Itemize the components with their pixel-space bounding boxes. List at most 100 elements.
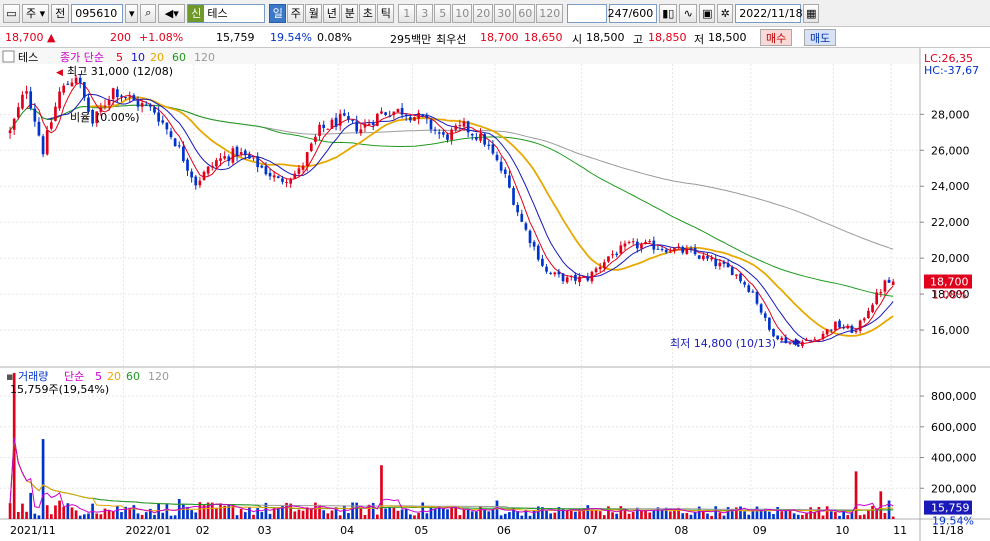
period-tab-2[interactable]: 월: [305, 3, 323, 23]
stock-name-field[interactable]: 신 테스: [187, 3, 266, 23]
volume-bar: [206, 502, 210, 519]
candle-body: [747, 285, 751, 292]
search-icon[interactable]: ⌕: [140, 3, 157, 23]
volume-bar: [330, 510, 334, 519]
candle-body: [409, 117, 412, 121]
volume-bar: [136, 513, 140, 519]
last-change-label: 1.08%: [932, 289, 967, 302]
volume-bar: [260, 512, 264, 519]
sell-button[interactable]: 매도: [804, 29, 837, 46]
volume-bar: [215, 507, 218, 519]
candle: [202, 170, 206, 181]
volume-bar: [194, 512, 198, 519]
volume-bar: [338, 515, 342, 519]
interval-tab-20[interactable]: 20: [473, 3, 494, 23]
interval-tab-5[interactable]: 5: [434, 3, 452, 23]
candle-body: [429, 119, 433, 130]
period-tab-3[interactable]: 년: [323, 3, 341, 23]
volume-bar: [322, 510, 326, 519]
save-icon[interactable]: ▣: [699, 3, 716, 23]
low-price: 18,500: [708, 31, 747, 44]
period-tab-0[interactable]: 일: [269, 3, 287, 23]
candle: [772, 328, 775, 338]
volume-bar: [396, 510, 400, 519]
calendar-icon[interactable]: ▦: [803, 3, 820, 23]
candle-body: [536, 245, 540, 260]
candle-body: [116, 89, 119, 98]
sound-icon[interactable]: ◀▾: [158, 3, 186, 23]
interval-tab-60[interactable]: 60: [515, 3, 536, 23]
candle-body: [825, 329, 829, 335]
period-tab-6[interactable]: 틱: [377, 3, 395, 23]
candle-body: [215, 160, 218, 167]
candle-body: [842, 327, 845, 329]
candle-body: [858, 320, 862, 331]
market-select[interactable]: 주 ▾: [22, 3, 50, 23]
x-tick-label: 08: [674, 524, 688, 537]
candle-body: [87, 97, 90, 112]
interval-tab-10[interactable]: 10: [452, 3, 473, 23]
volume-bar: [747, 514, 751, 519]
candle-body: [62, 85, 66, 93]
candle-body: [503, 169, 507, 174]
volume-bar: [392, 507, 396, 519]
candle-body: [611, 254, 614, 256]
candle-body: [342, 113, 346, 116]
open-label: 시: [572, 33, 583, 46]
market-label: 주: [26, 7, 37, 20]
candle-body: [297, 168, 301, 174]
panel-menu-icon: [2, 50, 15, 63]
candle-body: [801, 341, 804, 346]
volume-bar: [314, 502, 317, 519]
volume-bar: [594, 510, 598, 519]
volume-bar: [169, 515, 173, 519]
volume-bar: [87, 513, 90, 519]
period-tab-5[interactable]: 초: [359, 3, 377, 23]
candle-body: [111, 88, 115, 100]
volume-bar: [871, 505, 874, 519]
interval-tab-120[interactable]: 120: [536, 3, 564, 23]
candle-body: [289, 178, 293, 184]
code-dropdown-icon[interactable]: ▾: [125, 3, 139, 23]
interval-tab-1[interactable]: 1: [398, 3, 416, 23]
candle-body: [190, 171, 193, 178]
count-field[interactable]: 247/600: [607, 3, 658, 23]
buy-button[interactable]: 매수: [760, 29, 793, 46]
line-chart-icon[interactable]: ∿: [679, 3, 698, 23]
price-tick-label: 22,000: [931, 216, 970, 229]
interval-input[interactable]: [567, 3, 608, 23]
candle-body: [157, 112, 160, 122]
last-price-label: 18,700: [930, 276, 969, 289]
interval-tab-3[interactable]: 3: [416, 3, 434, 23]
candle-icon[interactable]: ▮▯: [659, 3, 678, 23]
candle-body: [54, 106, 57, 121]
code-input[interactable]: 095610: [71, 3, 124, 23]
candle-body: [338, 113, 342, 126]
volume-bar: [41, 439, 45, 519]
volume-bar: [380, 465, 383, 519]
volume-bar: [586, 505, 590, 519]
window-icon[interactable]: ▭: [3, 3, 20, 23]
interval-tab-30[interactable]: 30: [494, 3, 515, 23]
volume-bar: [739, 506, 742, 519]
date-input[interactable]: 2022/11/18: [735, 3, 803, 23]
candle-body: [314, 136, 317, 142]
volume-bar: [722, 515, 726, 519]
market-button[interactable]: 전: [51, 3, 70, 23]
count-value: 247: [607, 6, 629, 20]
volume-bar: [173, 515, 177, 519]
candle-body: [37, 121, 41, 136]
volume-bar: [21, 503, 24, 519]
candle-body: [681, 246, 685, 253]
gear-icon[interactable]: ✲: [717, 3, 734, 23]
candle-body: [359, 129, 363, 134]
candle-body: [161, 120, 165, 123]
candle-body: [421, 114, 425, 116]
candle-body: [516, 204, 519, 213]
candle-body: [309, 143, 313, 152]
period-tab-1[interactable]: 주: [287, 3, 305, 23]
candle: [375, 112, 379, 127]
volume-bar: [499, 515, 503, 519]
candle-body: [697, 255, 701, 259]
period-tab-4[interactable]: 분: [341, 3, 359, 23]
